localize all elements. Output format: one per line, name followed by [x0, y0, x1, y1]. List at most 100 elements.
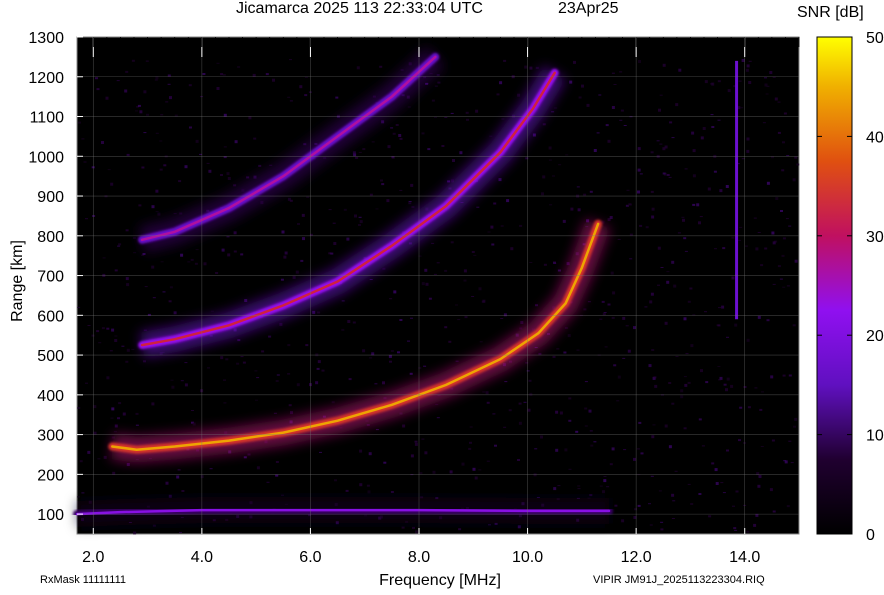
- noise-speck: [498, 178, 502, 182]
- noise-speck: [796, 163, 800, 166]
- noise-speck: [369, 357, 373, 359]
- noise-speck: [287, 197, 291, 201]
- colorbar-tick-label: 10: [866, 428, 884, 445]
- noise-speck: [601, 300, 605, 303]
- noise-speck: [436, 417, 440, 419]
- noise-speck: [692, 203, 696, 206]
- noise-speck: [699, 216, 703, 218]
- noise-speck: [638, 421, 642, 424]
- noise-speck: [452, 159, 455, 162]
- noise-speck: [782, 141, 785, 144]
- noise-speck: [247, 453, 251, 456]
- noise-speck: [772, 510, 776, 513]
- x-tick-label: 12.0: [621, 549, 652, 566]
- noise-speck: [407, 106, 411, 108]
- noise-speck: [766, 181, 770, 185]
- noise-speck: [598, 94, 602, 96]
- noise-speck: [644, 306, 648, 308]
- noise-speck: [500, 225, 504, 227]
- noise-speck: [666, 271, 670, 273]
- noise-speck: [122, 412, 126, 416]
- noise-speck: [449, 470, 453, 474]
- noise-speck: [281, 494, 284, 496]
- noise-speck: [687, 381, 691, 384]
- noise-speck: [177, 469, 181, 471]
- colorbar-tick-label: 50: [866, 30, 884, 47]
- noise-speck: [114, 269, 118, 272]
- noise-speck: [258, 164, 262, 167]
- noise-speck: [666, 280, 670, 284]
- noise-speck: [306, 196, 310, 198]
- noise-speck: [701, 445, 705, 447]
- noise-speck: [683, 376, 687, 378]
- noise-speck: [450, 112, 454, 114]
- noise-speck: [98, 342, 102, 344]
- noise-speck: [707, 187, 711, 191]
- noise-speck: [565, 154, 569, 156]
- noise-speck: [464, 316, 468, 319]
- noise-speck: [510, 247, 514, 251]
- noise-speck: [180, 380, 184, 382]
- colorbar-tick-label: 20: [866, 328, 884, 345]
- noise-speck: [705, 381, 709, 384]
- noise-speck: [468, 447, 472, 450]
- x-axis-label: Frequency [MHz]: [379, 572, 501, 589]
- noise-speck: [619, 119, 623, 121]
- noise-speck: [739, 226, 743, 228]
- noise-speck: [478, 287, 482, 291]
- noise-speck: [304, 94, 308, 97]
- noise-speck: [409, 372, 413, 375]
- noise-speck: [347, 320, 351, 323]
- noise-speck: [500, 318, 504, 319]
- noise-speck: [358, 151, 362, 153]
- noise-speck: [577, 485, 581, 487]
- noise-speck: [155, 132, 159, 134]
- noise-speck: [684, 250, 688, 252]
- noise-speck: [415, 530, 418, 534]
- noise-speck: [711, 82, 715, 86]
- noise-speck: [788, 374, 792, 377]
- noise-speck: [142, 253, 146, 255]
- noise-speck: [783, 460, 787, 462]
- noise-speck: [650, 292, 654, 296]
- noise-speck: [653, 376, 657, 379]
- noise-speck: [578, 96, 582, 99]
- noise-speck: [793, 425, 796, 428]
- noise-speck: [296, 383, 300, 387]
- noise-speck: [169, 96, 172, 100]
- noise-speck: [444, 269, 448, 272]
- noise-speck: [603, 479, 607, 483]
- noise-speck: [223, 146, 227, 148]
- noise-speck: [576, 186, 580, 188]
- noise-speck: [717, 119, 721, 121]
- noise-speck: [714, 468, 718, 472]
- noise-speck: [619, 71, 623, 73]
- noise-speck: [216, 87, 220, 90]
- noise-speck: [614, 504, 618, 507]
- noise-speck: [96, 330, 100, 333]
- noise-speck: [242, 361, 246, 364]
- noise-speck: [106, 376, 110, 380]
- noise-speck: [143, 329, 147, 331]
- noise-speck: [171, 385, 175, 389]
- noise-speck: [542, 123, 546, 126]
- noise-speck: [726, 377, 730, 381]
- noise-speck: [423, 365, 427, 367]
- noise-speck: [489, 135, 493, 137]
- noise-speck: [126, 348, 130, 352]
- noise-speck: [730, 384, 734, 388]
- noise-speck: [731, 236, 735, 239]
- noise-speck: [466, 118, 469, 121]
- noise-speck: [659, 143, 663, 145]
- noise-speck: [121, 345, 125, 347]
- noise-speck: [188, 84, 192, 87]
- noise-speck: [77, 306, 81, 308]
- noise-speck: [718, 379, 722, 381]
- noise-speck: [735, 490, 739, 493]
- x-tick-label: 10.0: [512, 549, 543, 566]
- noise-speck: [203, 262, 207, 266]
- noise-speck: [85, 218, 88, 220]
- noise-speck: [581, 84, 584, 88]
- noise-speck: [662, 147, 666, 151]
- noise-speck: [664, 321, 668, 325]
